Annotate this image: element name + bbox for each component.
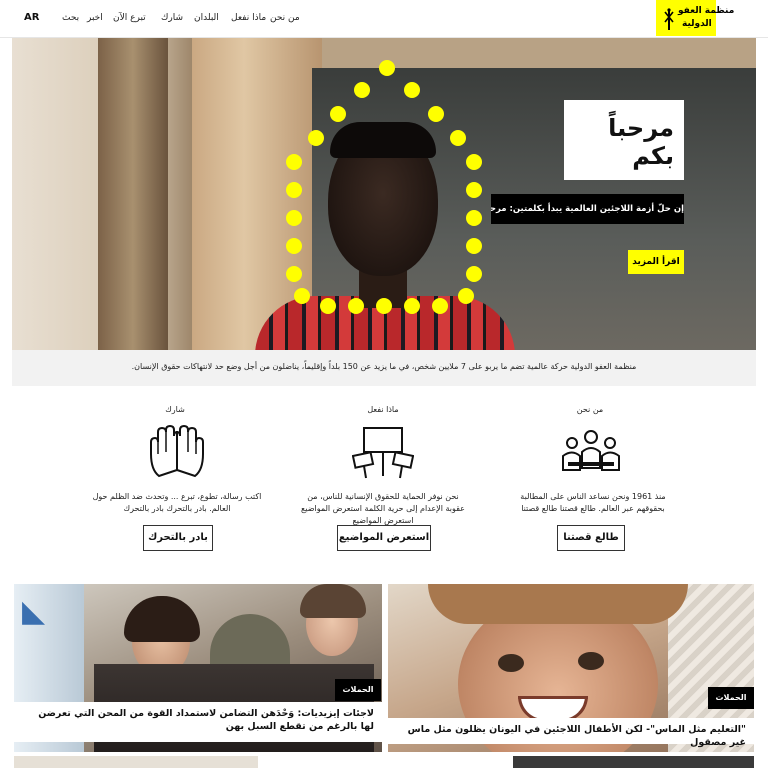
arch-dot: [354, 82, 370, 98]
arch-dot: [458, 288, 474, 304]
logo-line1: منظمة العفو: [678, 6, 735, 16]
nav-search[interactable]: بحث: [62, 13, 79, 23]
arch-dot: [286, 182, 302, 198]
card-caption[interactable]: "التعليم مثل الماس"- لكن الأطفال اللاجئي…: [388, 718, 754, 748]
arch-dot: [379, 60, 395, 76]
card-category-badge: الحملات: [335, 679, 381, 701]
people-group-icon: [562, 430, 620, 471]
arch-dot: [330, 106, 346, 122]
language-switcher[interactable]: AR: [24, 12, 39, 23]
read-more-button[interactable]: اقرأ المزيد: [628, 250, 684, 274]
column-desc-participate: اكتب رسالة، تطوع، تبرع ... وتحدث ضد الظل…: [92, 492, 262, 513]
raised-hands-icon: [150, 424, 204, 478]
protest-signs-icon: [352, 427, 414, 479]
nav-news[interactable]: اخبر: [87, 13, 103, 23]
browse-topics-button[interactable]: استعرض المواضيع: [337, 525, 431, 551]
column-title-who-we-are: من نحن: [576, 405, 604, 414]
arch-dot: [286, 238, 302, 254]
hero-tagline: إن حلّ أزمة اللاجئين العالمية يبدأ بكلمت…: [491, 194, 684, 224]
arch-dot: [348, 298, 364, 314]
arch-dot: [466, 182, 482, 198]
column-desc-who-we-are: منذ 1961 ونحن نساعد الناس على المطالبة ب…: [520, 492, 666, 513]
card-bg-mark: ◣: [22, 594, 46, 629]
intro-text: منظمة العفو الدولية حركة عالمية تضم ما ي…: [131, 362, 637, 371]
arch-dot: [466, 238, 482, 254]
card-hair-1: [124, 596, 200, 642]
card-child-eye-right: [578, 652, 604, 670]
card-child-hair: [428, 584, 688, 624]
arch-dot: [404, 82, 420, 98]
welcome-heading: مرحباً بكم: [608, 114, 674, 170]
welcome-box: مرحباً بكم: [564, 100, 684, 180]
card-caption[interactable]: لاجئات إيزيديات: وَحْدَهن التضامن لاستمد…: [14, 702, 382, 742]
card-child-eye-left: [498, 654, 524, 672]
logo-line2: الدولية: [682, 19, 712, 29]
hero-boy-hair: [330, 122, 436, 158]
arch-dot: [404, 298, 420, 314]
arch-dot: [432, 298, 448, 314]
arch-dot: [294, 288, 310, 304]
arch-dot: [450, 130, 466, 146]
nav-donate[interactable]: تبرع الآن: [113, 13, 146, 23]
amnesty-logo[interactable]: منظمة العفو الدولية: [656, 0, 734, 36]
arch-dot: [376, 298, 392, 314]
card-hair-3: [300, 584, 366, 618]
next-card-peek-left: [14, 756, 258, 768]
intro-strip: منظمة العفو الدولية حركة عالمية تضم ما ي…: [12, 350, 756, 386]
column-title-participate: شارك: [165, 405, 185, 414]
read-our-story-button[interactable]: طالع قصتنا: [557, 525, 625, 551]
candle-icon: [664, 8, 674, 30]
site-header: AR بحث اخبر تبرع الآن شارك البلدان ماذا …: [0, 0, 768, 38]
take-action-button[interactable]: بادر بالتحرك: [143, 525, 213, 551]
arch-dot: [286, 210, 302, 226]
campaign-card-education[interactable]: الحملات "التعليم مثل الماس"- لكن الأطفال…: [388, 584, 754, 752]
nav-what-we-do[interactable]: ماذا نفعل: [231, 13, 266, 23]
hero-banner: مرحباً بكم إن حلّ أزمة اللاجئين العالمية…: [12, 38, 756, 350]
nav-countries[interactable]: البلدان: [194, 13, 219, 23]
column-title-what-we-do: ماذا نفعل: [367, 405, 399, 414]
nav-participate[interactable]: شارك: [161, 13, 183, 23]
nav-who-we-are[interactable]: من نحن: [270, 13, 300, 23]
next-card-peek-right: [513, 756, 754, 768]
arch-dot: [286, 154, 302, 170]
card-category-badge: الحملات: [708, 687, 754, 709]
column-desc-what-we-do: نحن نوفر الحماية للحقوق الإنسانية للناس،…: [301, 492, 465, 525]
campaign-card-yazidi[interactable]: ◣ الحملات لاجئات إيزيديات: وَحْدَهن التض…: [14, 584, 382, 752]
arch-dot: [466, 154, 482, 170]
arch-dot: [320, 298, 336, 314]
hero-bg-post: [98, 38, 168, 350]
arch-dot: [466, 210, 482, 226]
arch-dot: [466, 266, 482, 282]
arch-dot: [428, 106, 444, 122]
arch-dot: [308, 130, 324, 146]
arch-dot: [286, 266, 302, 282]
